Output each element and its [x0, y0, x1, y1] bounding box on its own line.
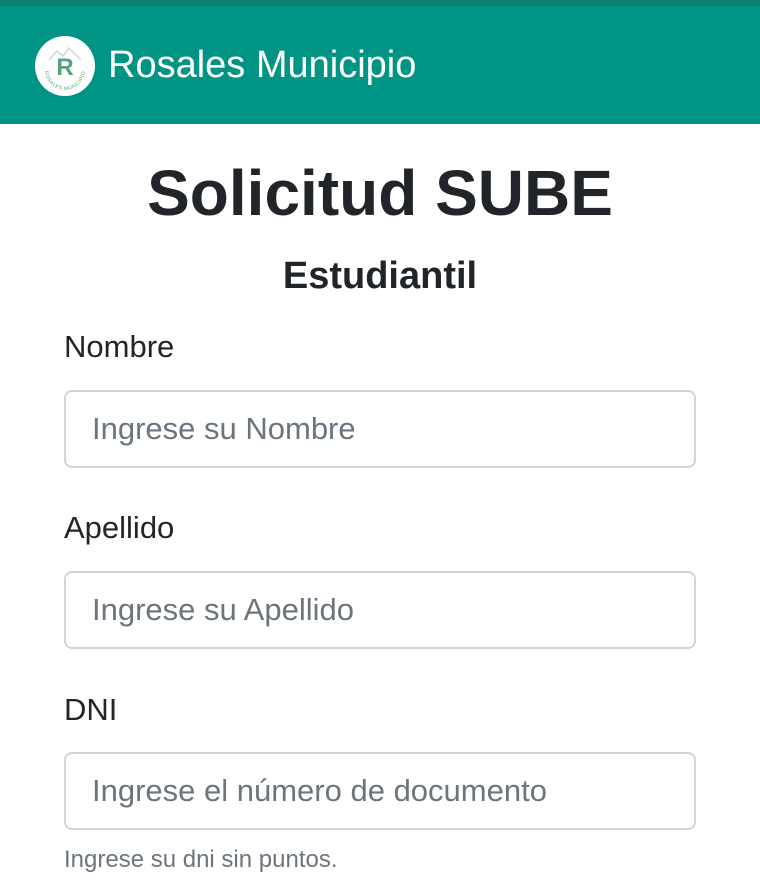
page-subtitle: Estudiantil	[282, 255, 478, 297]
top-navbar: R ROSALES MUNICIPIO Rosales Municipio	[0, 0, 760, 124]
page-title: Solicitud SUBE	[147, 157, 613, 229]
nombre-label: Nombre	[64, 329, 175, 364]
logo-letter: R	[56, 54, 73, 81]
dni-help-text: Ingrese su dni sin puntos.	[64, 846, 338, 873]
nombre-input[interactable]	[64, 390, 696, 468]
municipio-logo-icon[interactable]: R ROSALES MUNICIPIO	[35, 36, 95, 96]
brand-name[interactable]: Rosales Municipio	[108, 46, 416, 84]
logo-emblem: R ROSALES MUNICIPIO	[43, 46, 87, 92]
apellido-label: Apellido	[64, 510, 175, 545]
dni-input[interactable]	[64, 752, 696, 830]
apellido-input[interactable]	[64, 571, 696, 649]
dni-label: DNI	[64, 692, 118, 727]
